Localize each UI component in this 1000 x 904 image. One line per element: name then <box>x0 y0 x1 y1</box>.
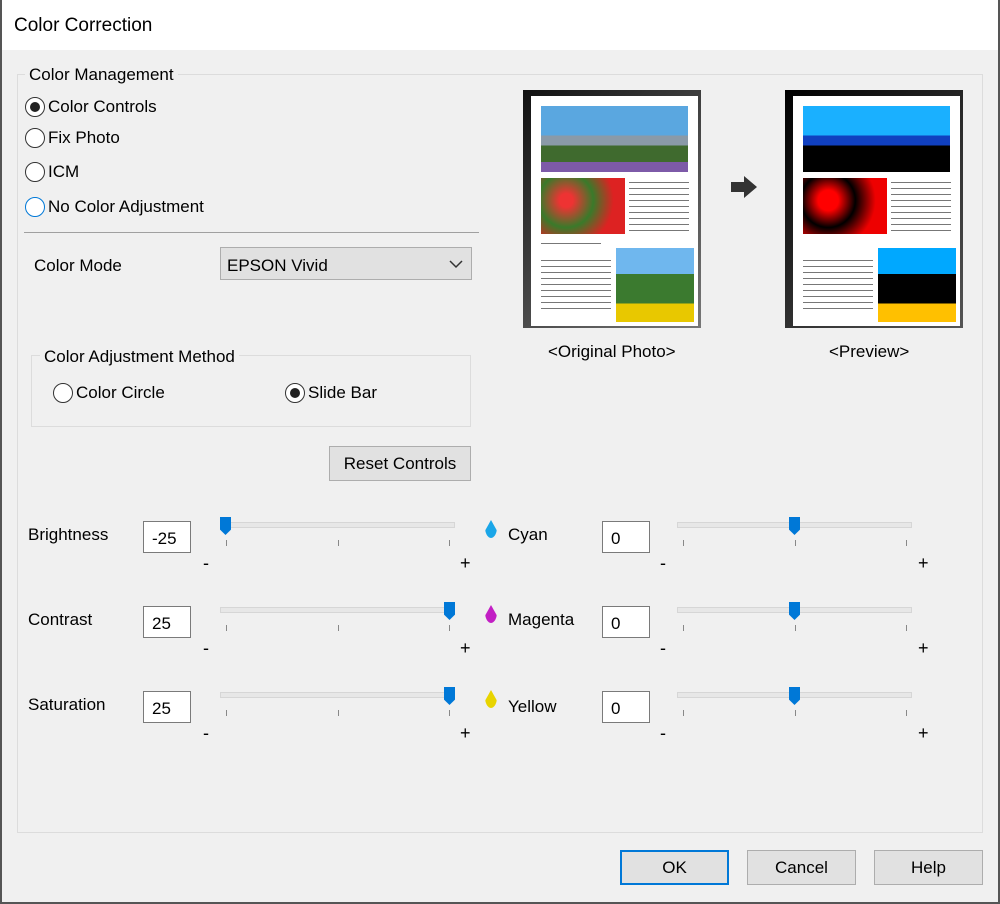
window-frame <box>0 0 1000 904</box>
